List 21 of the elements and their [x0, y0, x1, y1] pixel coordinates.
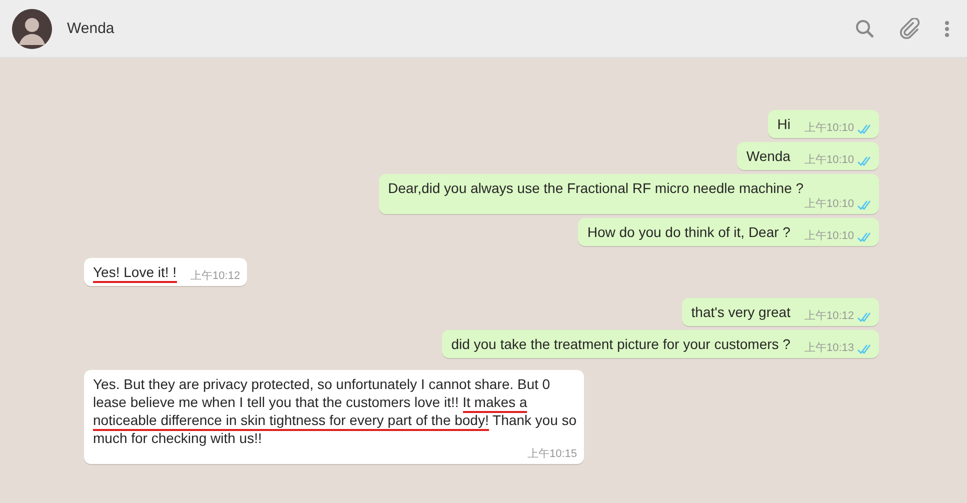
message-text: did you take the treatment picture for your customers ? — [451, 335, 790, 353]
message-time: 上午10:10 — [804, 229, 854, 244]
message-text: Yes. But they are privacy protected, so unfortunately I cannot share. But 0 lease believe me when I tell you that the customers love it!! It makes a noticeable difference in skin tightness for every part of the body! Thank you so much for checking with us!! — [93, 375, 577, 447]
message-text: that's very great — [691, 303, 790, 321]
message-text: Dear,did you always use the Fractional RF micro needle machine ? — [388, 179, 804, 197]
search-icon[interactable] — [855, 18, 875, 38]
message-time: 上午10:10 — [804, 121, 854, 136]
message-time: 上午10:13 — [804, 341, 854, 356]
message-text: Hi — [777, 115, 790, 133]
paperclip-icon[interactable] — [899, 18, 921, 40]
contact-name: Wenda — [67, 20, 116, 37]
message-text: Wenda — [746, 147, 790, 165]
avatar-icon — [12, 8, 52, 48]
message-time: 上午10:12 — [190, 269, 240, 284]
message-time: 上午10:12 — [804, 309, 854, 324]
message-time: 上午10:10 — [804, 197, 854, 212]
message-time: 上午10:10 — [804, 153, 854, 168]
message-time: 上午10:15 — [527, 447, 577, 462]
menu-icon[interactable] — [945, 20, 949, 38]
message-text: Yes! Love it! ! — [93, 263, 177, 281]
message-text: How do you do think of it, Dear ? — [587, 223, 790, 241]
